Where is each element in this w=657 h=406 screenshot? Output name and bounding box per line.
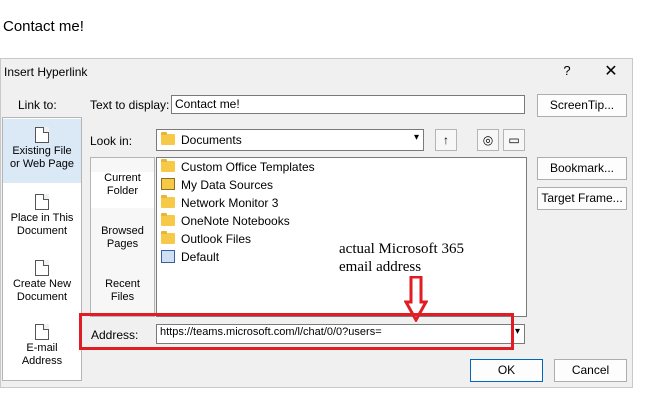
list-item[interactable]: Network Monitor 3 [161, 195, 278, 211]
annotation-highlight-box [79, 313, 514, 350]
new-document-icon [35, 260, 49, 276]
tab-current-folder-line2: Folder [106, 185, 139, 197]
link-to-email-address[interactable]: E-mail Address [3, 318, 81, 378]
link-to-email-line1: E-mail [26, 342, 58, 354]
list-item[interactable]: OneNote Notebooks [161, 213, 290, 229]
tab-recent-files-line1: Recent [105, 278, 140, 290]
tab-current-folder-line1: Current [104, 172, 141, 184]
file-name: Outlook Files [181, 232, 252, 246]
folder-icon [161, 213, 175, 226]
close-button[interactable]: ✕ [601, 61, 621, 81]
folder-icon [161, 159, 175, 172]
list-item[interactable]: Default [161, 249, 219, 265]
tab-browsed-pages-line1: Browsed [101, 225, 144, 237]
link-to-existing-file[interactable]: Existing File or Web Page [3, 119, 81, 183]
file-name: Custom Office Templates [181, 160, 315, 174]
list-item[interactable]: Outlook Files [161, 231, 251, 247]
link-to-create-new-document[interactable]: Create New Document [3, 254, 81, 314]
globe-page-icon [35, 127, 49, 143]
tab-current-folder[interactable]: Current Folder [91, 172, 154, 208]
list-item[interactable]: My Data Sources [161, 177, 273, 193]
annotation-text: actual Microsoft 365 email address [339, 240, 464, 276]
dialog-titlebar: Insert Hyperlink ? ✕ [1, 59, 632, 87]
cancel-button[interactable]: Cancel [554, 359, 627, 382]
file-name: OneNote Notebooks [181, 214, 290, 228]
link-to-email-line2: Address [21, 355, 63, 367]
browse-web-icon[interactable]: ◎ [477, 129, 499, 151]
chevron-down-icon: ▾ [413, 132, 419, 143]
document-bookmark-icon [35, 194, 49, 210]
look-in-select[interactable]: Documents ▾ [156, 129, 424, 151]
document-text: Contact me! [3, 18, 84, 35]
help-button[interactable]: ? [558, 63, 576, 78]
text-to-display-input[interactable]: Contact me! [171, 95, 525, 114]
email-icon [35, 324, 49, 340]
link-to-existing-file-line2: or Web Page [9, 158, 74, 170]
folder-icon [161, 231, 175, 244]
annotation-line2: email address [339, 259, 422, 275]
link-to-place-line1: Place in This [10, 212, 74, 224]
browse-file-icon[interactable]: ▭ [503, 129, 525, 151]
screentip-button[interactable]: ScreenTip... [537, 94, 627, 117]
up-folder-icon[interactable]: ↑ [435, 129, 457, 151]
link-to-create-line2: Document [16, 291, 68, 303]
list-item[interactable]: Custom Office Templates [161, 159, 315, 175]
link-to-place-line2: Document [16, 225, 68, 237]
file-name: My Data Sources [181, 178, 274, 192]
link-to-existing-file-line1: Existing File [12, 145, 72, 157]
view-tabs: Current Folder Browsed Pages Recent File… [90, 157, 155, 317]
annotation-line1: actual Microsoft 365 [339, 241, 464, 257]
chevron-down-icon: ▾ [514, 326, 520, 337]
documents-folder-icon [161, 132, 175, 145]
link-to-place-in-document[interactable]: Place in This Document [3, 188, 81, 248]
folder-icon [161, 195, 175, 208]
text-to-display-label: Text to display: [90, 98, 170, 112]
link-to-label: Link to: [18, 98, 57, 112]
target-frame-button[interactable]: Target Frame... [537, 187, 627, 210]
file-name: Network Monitor 3 [181, 196, 279, 210]
dialog-title: Insert Hyperlink [4, 65, 88, 79]
ok-button[interactable]: OK [470, 359, 543, 382]
look-in-label: Look in: [90, 134, 133, 148]
tab-recent-files-line2: Files [110, 291, 135, 303]
tab-browsed-pages-line2: Pages [106, 238, 139, 250]
link-to-create-line1: Create New [12, 278, 72, 290]
look-in-value: Documents [181, 133, 242, 147]
data-source-folder-icon [161, 178, 175, 190]
link-to-panel: Existing File or Web Page Place in This … [2, 117, 82, 381]
tab-recent-files[interactable]: Recent Files [91, 278, 154, 314]
file-name: Default [181, 250, 220, 264]
file-list[interactable]: Custom Office Templates My Data Sources … [156, 157, 527, 317]
bookmark-button[interactable]: Bookmark... [537, 157, 627, 180]
tab-browsed-pages[interactable]: Browsed Pages [91, 225, 154, 261]
default-file-icon [161, 250, 175, 263]
